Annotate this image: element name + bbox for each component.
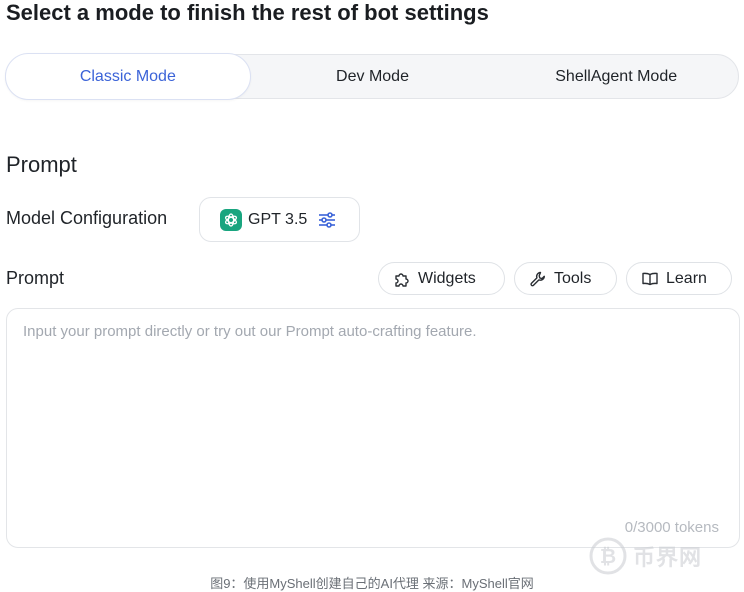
prompt-input[interactable] [21, 321, 725, 515]
model-select-button[interactable]: GPT 3.5 [199, 197, 360, 242]
page-title: Select a mode to finish the rest of bot … [6, 0, 489, 25]
watermark: ₿ 币界网 [589, 537, 702, 575]
tools-button[interactable]: Tools [514, 262, 617, 295]
bitcoin-logo-icon: ₿ [589, 537, 627, 575]
tab-classic-mode[interactable]: Classic Mode [5, 53, 251, 100]
model-name: GPT 3.5 [248, 210, 308, 228]
section-title: Prompt [6, 152, 77, 177]
tools-label: Tools [554, 269, 592, 287]
mode-selector: Classic Mode Dev Mode ShellAgent Mode [5, 53, 739, 100]
tab-dev-mode[interactable]: Dev Mode [251, 54, 495, 99]
tab-shellagent-mode[interactable]: ShellAgent Mode [494, 54, 738, 99]
sliders-icon[interactable] [317, 211, 337, 229]
model-configuration-label: Model Configuration [6, 208, 168, 228]
prompt-label: Prompt [6, 268, 65, 288]
learn-label: Learn [666, 269, 707, 287]
widgets-label: Widgets [418, 269, 476, 287]
book-icon [641, 270, 659, 288]
figure-caption: 图9：使用MyShell创建自己的AI代理 来源：MyShell官网 [210, 576, 534, 591]
puzzle-icon [393, 270, 411, 288]
prompt-editor: 0/3000 tokens [6, 308, 740, 548]
learn-button[interactable]: Learn [626, 262, 732, 295]
widgets-button[interactable]: Widgets [378, 262, 505, 295]
openai-icon [220, 208, 242, 231]
svg-text:₿: ₿ [600, 544, 616, 568]
token-counter: 0/3000 tokens [624, 519, 719, 536]
watermark-text: 币界网 [633, 545, 703, 570]
wrench-icon [529, 270, 547, 288]
